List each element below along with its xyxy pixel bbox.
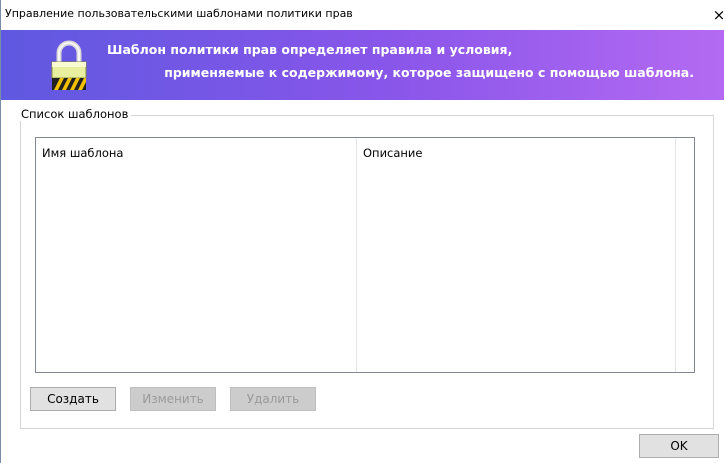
header-banner: Шаблон политики прав определяет правила … bbox=[1, 30, 724, 100]
banner-text-line2: применяемые к содержимому, которое защищ… bbox=[164, 65, 694, 80]
templates-group-label: Список шаблонов bbox=[18, 107, 132, 121]
banner-text-line1: Шаблон политики прав определяет правила … bbox=[107, 42, 513, 57]
templates-list[interactable]: Имя шаблона Описание bbox=[35, 137, 695, 373]
dialog-window: Управление пользовательскими шаблонами п… bbox=[0, 0, 726, 463]
column-header-description[interactable]: Описание bbox=[363, 146, 422, 160]
column-header-name[interactable]: Имя шаблона bbox=[42, 146, 123, 160]
ok-button[interactable]: OK bbox=[639, 434, 719, 458]
delete-button[interactable]: Удалить bbox=[230, 387, 316, 411]
padlock-icon bbox=[51, 40, 87, 90]
column-template-name[interactable]: Имя шаблона bbox=[36, 138, 357, 372]
title-bar: Управление пользовательскими шаблонами п… bbox=[1, 0, 726, 30]
window-title: Управление пользовательскими шаблонами п… bbox=[5, 7, 353, 20]
close-icon[interactable]: × bbox=[712, 0, 726, 30]
column-description[interactable]: Описание bbox=[357, 138, 676, 372]
create-button[interactable]: Создать bbox=[30, 387, 116, 411]
edit-button[interactable]: Изменить bbox=[130, 387, 216, 411]
